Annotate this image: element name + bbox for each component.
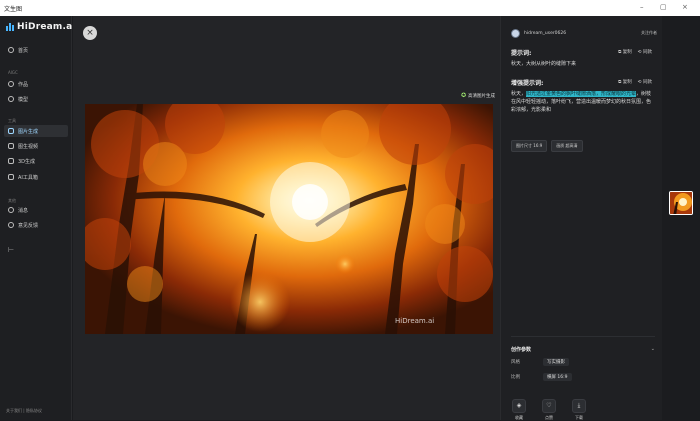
sidebar-item-models[interactable]: 模型	[4, 93, 68, 105]
minimize-button[interactable]: –	[640, 3, 644, 11]
detail-panel: hidream_user0626 关注作者 提示词: ⧉ 复制 ⟲ 同款 秋天，…	[500, 16, 662, 420]
tool-icon	[8, 174, 14, 180]
feedback-icon	[8, 222, 14, 228]
cube-icon	[8, 158, 14, 164]
thumbnail-image	[670, 192, 692, 214]
size-chip: 图片尺寸 16:9	[511, 140, 548, 152]
sidebar-item-label: 意见反馈	[18, 222, 39, 229]
watermark: HiDream.ai	[395, 317, 435, 325]
image-icon	[8, 128, 14, 134]
maximize-button[interactable]: ▢	[660, 3, 667, 11]
close-window-button[interactable]: ×	[682, 3, 688, 11]
sidebar-item-label: 图生视频	[18, 143, 39, 150]
prompt-actions: ⧉ 复制 ⟲ 同款	[618, 49, 652, 55]
collapse-sidebar-icon[interactable]: ⊢	[8, 246, 14, 254]
home-icon	[8, 47, 14, 53]
author-row: hidream_user0626 关注作者	[511, 28, 657, 38]
param-value: 横屏 16:9	[543, 373, 572, 381]
download-label: 下载	[575, 415, 583, 420]
copy-label: 复制	[622, 80, 632, 85]
params-title: 创作参数	[511, 347, 532, 353]
sidebar-item-label: 首页	[18, 47, 29, 54]
hd-badge-label: 高清图片生成	[468, 93, 496, 99]
enhanced-text-highlight: 阳光透过金黄色的枫叶缝隙洒落，形成耀眼的光晕	[526, 91, 637, 97]
autumn-forest-image	[85, 104, 493, 334]
bell-icon	[8, 207, 14, 213]
param-label: 比例	[511, 375, 520, 380]
copy-enhanced-button[interactable]: ⧉ 复制	[618, 79, 632, 85]
logo[interactable]: HiDream.ai	[6, 22, 76, 32]
enhanced-text-plain: 秋天，	[511, 91, 527, 97]
sidebar-item-label: 作品	[18, 81, 29, 88]
image-viewer: × ✪ 高清图片生成 HiDream.ai	[73, 16, 500, 420]
param-row-style: 风格 写实摄影	[511, 358, 569, 366]
sidebar-item-3d-generation[interactable]: 3D生成	[4, 155, 68, 167]
download-icon: ⤓	[572, 399, 586, 413]
sidebar-item-messages[interactable]: 消息	[4, 204, 68, 216]
close-viewer-button[interactable]: ×	[83, 26, 97, 40]
param-value: 写实摄影	[543, 358, 569, 366]
download-button[interactable]: ⤓ 下载	[571, 399, 587, 421]
logo-text: HiDream.ai	[17, 22, 76, 32]
section-label: 工具	[8, 118, 16, 123]
prompt-title: 提示词:	[511, 50, 532, 57]
sidebar-item-home[interactable]: 首页	[4, 44, 68, 56]
sidebar-item-image-to-video[interactable]: 图生视频	[4, 140, 68, 152]
enhanced-prompt-text: 秋天，阳光透过金黄色的枫叶缝隙洒落，形成耀眼的光晕，树枝在风中轻轻摇动，落叶纷飞…	[511, 90, 655, 114]
author-name[interactable]: hidream_user0626	[524, 31, 566, 36]
like-button[interactable]: ♡ 点赞	[541, 399, 557, 421]
copy-prompt-button[interactable]: ⧉ 复制	[618, 49, 632, 55]
chevron-down-icon: ⌄	[650, 346, 655, 352]
enhanced-prompt-actions: ⧉ 复制 ⟲ 同款	[618, 79, 652, 85]
section-label: AIGC	[8, 70, 18, 75]
follow-button[interactable]: 关注作者	[641, 30, 657, 36]
hd-badge: ✪ 高清图片生成	[461, 92, 495, 99]
generated-image[interactable]	[85, 104, 493, 334]
prompt-text: 秋天，大树从树叶的缝隙下来	[511, 61, 577, 67]
like-icon: ♡	[542, 399, 556, 413]
logo-icon	[6, 23, 14, 31]
sidebar-item-image-generation[interactable]: 图片生成	[4, 125, 68, 137]
bookmark-label: 收藏	[515, 415, 523, 420]
image-thumbnail[interactable]	[669, 191, 693, 215]
like-label: 点赞	[545, 415, 553, 420]
sidebar: HiDream.ai 首页 AIGC 作品 模型 工具 图片生成 图生视频 3D…	[0, 16, 75, 420]
star-icon: ✪	[461, 92, 467, 99]
sidebar-item-label: 图片生成	[18, 128, 39, 135]
heart-icon	[8, 81, 14, 87]
params-header[interactable]: 创作参数 ⌄	[511, 346, 655, 353]
reuse-label: 同款	[643, 80, 652, 85]
sidebar-footer[interactable]: 关于我们 | 隐私协议	[6, 408, 42, 414]
sidebar-item-label: 消息	[18, 207, 29, 214]
bottom-actions: ◈ 收藏 ♡ 点赞 ⤓ 下载	[511, 399, 587, 421]
param-row-ratio: 比例 横屏 16:9	[511, 373, 572, 381]
reuse-prompt-button[interactable]: ⟲ 同款	[638, 49, 652, 55]
divider	[511, 336, 655, 337]
sidebar-item-works[interactable]: 作品	[4, 78, 68, 90]
sidebar-item-feedback[interactable]: 意见反馈	[4, 219, 68, 231]
reuse-enhanced-button[interactable]: ⟲ 同款	[638, 79, 652, 85]
film-icon	[8, 143, 14, 149]
bookmark-icon: ◈	[512, 399, 526, 413]
sidebar-item-ai-toolbox[interactable]: AI工具箱	[4, 171, 68, 183]
reuse-label: 同款	[643, 50, 652, 55]
copy-label: 复制	[622, 50, 632, 55]
bookmark-button[interactable]: ◈ 收藏	[511, 399, 527, 421]
image-meta-chips: 图片尺寸 16:9 画质 超高清	[511, 140, 583, 152]
sidebar-item-label: 模型	[18, 96, 29, 103]
sidebar-item-label: 3D生成	[18, 158, 36, 165]
grid-icon	[8, 96, 14, 102]
enhanced-prompt-title: 增强提示词:	[511, 80, 544, 87]
avatar[interactable]	[511, 28, 520, 38]
quality-chip: 画质 超高清	[551, 140, 583, 152]
window-titlebar: 文生图 – ▢ ×	[0, 0, 700, 16]
thumbnail-strip	[662, 16, 700, 420]
sidebar-item-label: AI工具箱	[18, 174, 38, 181]
window-title: 文生图	[4, 6, 23, 13]
param-label: 风格	[511, 360, 520, 365]
